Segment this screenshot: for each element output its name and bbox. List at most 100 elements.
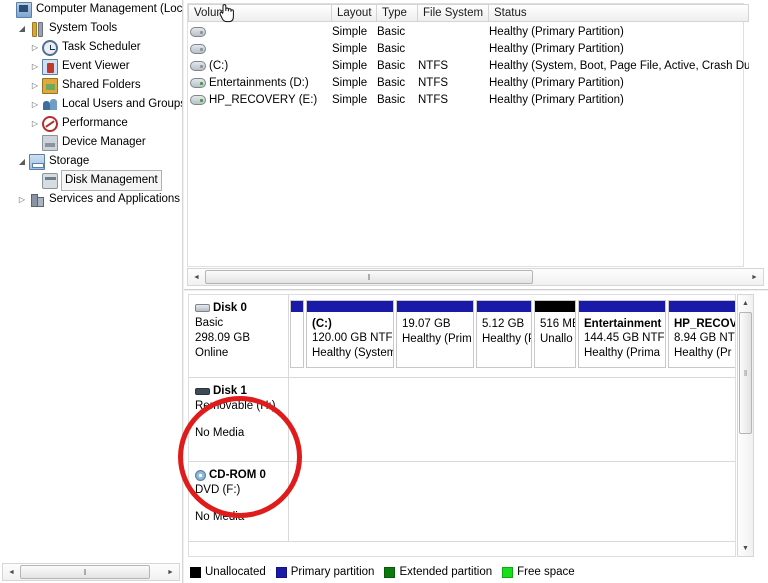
tree-item-storage[interactable]: ◢ Storage	[0, 152, 182, 171]
partition[interactable]: 19.07 GB Healthy (Prim	[396, 300, 474, 368]
disk-info[interactable]: Disk 0 Basic 298.09 GB Online	[189, 295, 289, 377]
disk-list: Disk 0 Basic 298.09 GB Online (C:) 120.00 GB …	[188, 294, 736, 557]
tree-item-task-scheduler[interactable]: ▷ Task Scheduler	[0, 38, 182, 57]
disk-info[interactable]: CD-ROM 0 DVD (F:) No Media	[189, 462, 289, 541]
tree-item-shared-folders[interactable]: ▷ Shared Folders	[0, 76, 182, 95]
tree-item-system-tools[interactable]: ◢ System Tools	[0, 19, 182, 38]
scroll-up-arrow[interactable]: ▲	[738, 295, 753, 311]
disk-name: Disk 1	[213, 385, 247, 397]
disk-view-vertical-scrollbar[interactable]: ▲ ‖ ▼	[737, 294, 754, 557]
partition[interactable]: (C:) 120.00 GB NTFS Healthy (System	[306, 300, 394, 368]
partition[interactable]: Entertainment 144.45 GB NTFS Healthy (Prim…	[578, 300, 666, 368]
tree-item-performance[interactable]: ▷ Performance	[0, 114, 182, 133]
partition[interactable]	[290, 300, 304, 368]
legend-swatch	[502, 566, 514, 578]
folder-icon	[42, 77, 58, 94]
legend-swatch	[384, 566, 396, 578]
system-tools-icon	[29, 21, 45, 37]
partition-health: Healthy (Prima	[584, 347, 661, 359]
event-viewer-icon	[42, 58, 58, 75]
disk-title: CD-ROM 0	[195, 469, 288, 481]
tree-item-local-users-and-groups[interactable]: ▷ Local Users and Groups	[0, 95, 182, 114]
volume-row[interactable]: Entertainments (D:) Simple Basic NTFS Health…	[188, 74, 768, 91]
scroll-thumb[interactable]: ‖	[205, 270, 533, 284]
tree-item-disk-management[interactable]: Disk Management	[0, 170, 182, 191]
volume-row[interactable]: Simple Basic Healthy (Primary Partition)	[188, 23, 768, 40]
disk-info-line: No Media	[195, 511, 245, 523]
scroll-left-arrow[interactable]: ◄	[3, 564, 20, 580]
disk-name: CD-ROM 0	[209, 469, 266, 481]
layout-cell: Simple	[332, 42, 368, 55]
disk-name: Disk 0	[213, 302, 247, 314]
disk-info[interactable]: Disk 1 Removable (H:) No Media	[189, 378, 289, 461]
legend-item: Unallocated	[190, 566, 266, 578]
partition-color-bar	[397, 301, 473, 312]
volume-row[interactable]: Simple Basic Healthy (Primary Partition)	[188, 40, 768, 57]
volume-cell: (C:)	[188, 57, 332, 74]
tree-item-event-viewer[interactable]: ▷ Event Viewer	[0, 57, 182, 76]
type-cell: Basic	[377, 25, 406, 38]
tree-item-device-manager[interactable]: Device Manager	[0, 133, 182, 152]
twisty-collapsed-icon[interactable]: ▷	[28, 114, 42, 133]
type-cell: Basic	[377, 42, 406, 55]
column-header-layout[interactable]: Layout	[332, 4, 377, 22]
disk-info-line: DVD (F:)	[195, 484, 241, 496]
device-manager-icon	[42, 134, 58, 151]
twisty-collapsed-icon[interactable]: ▷	[15, 190, 29, 209]
disk-block[interactable]: Disk 0 Basic 298.09 GB Online (C:) 120.00 GB …	[189, 295, 735, 378]
status-cell: Healthy (Primary Partition)	[489, 76, 624, 89]
tree-item-services-and-applications[interactable]: ▷ Services and Applications	[0, 190, 182, 209]
partition-health: Healthy (P	[482, 333, 531, 345]
partition-color-bar	[291, 301, 303, 312]
volume-name: (C:)	[209, 59, 229, 72]
volume-row[interactable]: (C:) Simple Basic NTFS Healthy (System, Boot…	[188, 57, 768, 74]
partition-legend: Unallocated Primary partition Extended par…	[184, 564, 585, 580]
partition-color-bar	[579, 301, 665, 312]
scroll-right-arrow[interactable]: ►	[162, 564, 179, 580]
twisty-expanded-icon[interactable]: ◢	[15, 152, 29, 171]
volume-row[interactable]: HP_RECOVERY (E:) Simple Basic NTFS Healthy (…	[188, 91, 768, 108]
tree-scroll-area: Computer Management (Local ◢ System Tools ▷…	[0, 0, 182, 562]
scroll-track[interactable]: ‖	[20, 564, 162, 580]
disk-icon	[195, 304, 210, 312]
partition-size: 8.94 GB NTF	[674, 332, 735, 344]
services-icon	[29, 192, 45, 208]
twisty-collapsed-icon[interactable]: ▷	[28, 76, 42, 95]
column-header-volume[interactable]: Volume	[188, 4, 332, 22]
scroll-thumb[interactable]: ‖	[20, 565, 150, 579]
partition[interactable]: HP_RECOV 8.94 GB NTF Healthy (Pr	[668, 300, 735, 368]
twisty-collapsed-icon[interactable]: ▷	[28, 38, 42, 57]
partition-details: (C:) 120.00 GB NTFS Healthy (System	[307, 312, 393, 361]
partition-size: 19.07 GB	[402, 318, 451, 330]
partition[interactable]: 516 MB Unallo	[534, 300, 576, 368]
scroll-track[interactable]: ‖	[205, 269, 746, 285]
partition[interactable]: 5.12 GB Healthy (P	[476, 300, 532, 368]
column-header-type[interactable]: Type	[377, 4, 418, 22]
disk-block[interactable]: Disk 1 Removable (H:) No Media	[189, 378, 735, 462]
tree-item-label: Services and Applications	[49, 193, 181, 205]
twisty-collapsed-icon[interactable]: ▷	[28, 95, 42, 114]
tree-item-computer-management-local[interactable]: Computer Management (Local	[0, 0, 182, 19]
layout-cell: Simple	[332, 25, 368, 38]
disk-block[interactable]: CD-ROM 0 DVD (F:) No Media	[189, 462, 735, 542]
legend-item: Free space	[502, 566, 575, 578]
scroll-down-arrow[interactable]: ▼	[738, 540, 753, 556]
twisty-expanded-icon[interactable]: ◢	[15, 19, 29, 38]
twisty-collapsed-icon[interactable]: ▷	[28, 57, 42, 76]
scroll-left-arrow[interactable]: ◄	[188, 269, 205, 285]
tree-item-label: Device Manager	[62, 136, 146, 148]
legend-item: Extended partition	[384, 566, 492, 578]
empty-partition-area	[290, 378, 735, 461]
tree-horizontal-scrollbar[interactable]: ◄ ‖ ►	[2, 563, 180, 581]
legend-label: Primary partition	[290, 566, 375, 578]
volume-list-horizontal-scrollbar[interactable]: ◄ ‖ ►	[187, 268, 764, 286]
column-header-file-system[interactable]: File System	[418, 4, 489, 22]
scroll-right-arrow[interactable]: ►	[746, 269, 763, 285]
legend-label: Extended partition	[399, 566, 493, 578]
scroll-thumb[interactable]: ‖	[739, 312, 752, 434]
partition-health: Healthy (Prim	[402, 333, 472, 345]
column-header-status[interactable]: Status	[489, 4, 749, 22]
partition-color-bar	[477, 301, 531, 312]
legend-label: Free space	[517, 566, 575, 578]
storage-icon	[29, 153, 45, 170]
